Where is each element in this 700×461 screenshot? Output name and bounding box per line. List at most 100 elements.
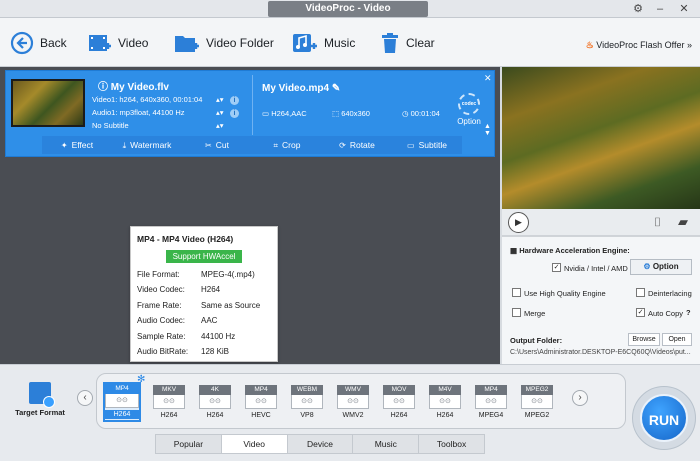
codec-gear-icon: codec bbox=[458, 93, 480, 115]
video-track-spinner-icon[interactable]: ▴▾ bbox=[216, 95, 224, 104]
output-codec: ▭ H264,AAC bbox=[262, 109, 307, 118]
remove-item-icon[interactable]: ✕ bbox=[484, 73, 492, 84]
subtitle-button[interactable]: ▭ Subtitle bbox=[392, 136, 462, 154]
hw-vendor-label: Nvidia / Intel / AMD bbox=[564, 264, 628, 273]
hw-vendor-checkbox[interactable]: ✓ bbox=[552, 263, 561, 272]
auto-copy-label: Auto Copy bbox=[648, 309, 684, 318]
add-video-button[interactable]: Video bbox=[88, 30, 148, 56]
flash-offer-icon: ♨ bbox=[585, 40, 594, 50]
video-file-icon: ⊙⊙ bbox=[291, 395, 323, 409]
close-icon[interactable]: ✕ bbox=[676, 1, 692, 17]
format-webm-vp8[interactable]: WEBM ⊙⊙ VP8 bbox=[291, 385, 323, 425]
scroll-right-button[interactable]: › bbox=[572, 390, 588, 406]
format-mov-h264[interactable]: MOV ⊙⊙ H264 bbox=[383, 385, 415, 425]
edit-pencil-icon[interactable]: ✎ bbox=[332, 83, 340, 94]
back-label: Back bbox=[40, 36, 67, 50]
subtitle-icon: ▭ bbox=[407, 141, 415, 150]
source-filename: ⓘ My Video.flv bbox=[98, 82, 169, 93]
video-track-info-icon[interactable]: i bbox=[230, 96, 239, 105]
crop-button[interactable]: ⌗ Crop bbox=[252, 136, 322, 154]
run-button[interactable]: RUN bbox=[632, 386, 696, 450]
clear-button[interactable]: Clear bbox=[380, 30, 435, 56]
auto-copy-checkbox[interactable]: ✓ bbox=[636, 308, 645, 317]
add-video-folder-button[interactable]: Video Folder bbox=[174, 30, 274, 56]
format-mp4-h264[interactable]: MP4 ⊙⊙ H264 bbox=[103, 382, 141, 422]
format-mkv-h264[interactable]: MKV ⊙⊙ H264 bbox=[153, 385, 185, 425]
preview-controls: ▶ ⌷ ▰ bbox=[502, 209, 700, 236]
video-item-card[interactable]: ⓘ My Video.flv Video1: h264, 640x360, 00… bbox=[5, 70, 495, 157]
video-file-icon: ⊙⊙ bbox=[429, 395, 461, 409]
video-preview[interactable] bbox=[502, 67, 700, 209]
watermark-icon: ⤓ bbox=[122, 141, 127, 150]
format-m4v-h264[interactable]: M4V ⊙⊙ H264 bbox=[429, 385, 461, 425]
help-icon[interactable]: ? bbox=[686, 308, 691, 317]
subtitle-info: No Subtitle bbox=[92, 121, 129, 130]
video-file-icon: ⊙⊙ bbox=[337, 395, 369, 409]
audio-track-info-icon[interactable]: i bbox=[230, 109, 239, 118]
tab-video[interactable]: Video bbox=[221, 435, 288, 453]
tab-toolbox[interactable]: Toolbox bbox=[419, 435, 484, 453]
minimize-icon[interactable]: – bbox=[652, 1, 668, 17]
hwaccel-badge: Support HWAccel bbox=[166, 250, 242, 263]
merge-label: Merge bbox=[524, 309, 546, 318]
format-wmv-wmv2[interactable]: WMV ⊙⊙ WMV2 bbox=[337, 385, 369, 425]
format-row: Sample Rate: 44100 Hz bbox=[137, 332, 236, 341]
window-title: VideoProc - Video bbox=[268, 1, 428, 17]
tab-popular[interactable]: Popular bbox=[156, 435, 222, 453]
watermark-button[interactable]: ⤓ Watermark bbox=[112, 136, 182, 154]
deinterlacing-checkbox[interactable] bbox=[636, 288, 645, 297]
info-circle-icon[interactable]: ⓘ bbox=[98, 82, 108, 93]
play-button[interactable]: ▶ bbox=[508, 212, 529, 233]
add-video-icon bbox=[89, 35, 111, 51]
video-track-info: Video1: h264, 640x360, 00:01:04 bbox=[92, 95, 203, 104]
wand-icon: ✦ bbox=[60, 141, 68, 150]
format-mpeg2-mpeg2[interactable]: MPEG2 ⊙⊙ MPEG2 bbox=[521, 385, 553, 425]
format-4k-h264[interactable]: 4K ⊙⊙ H264 bbox=[199, 385, 231, 425]
play-icon: ▶ bbox=[515, 217, 522, 227]
cut-button[interactable]: ✂ Cut bbox=[182, 136, 252, 154]
film-icon: ▭ bbox=[262, 109, 270, 118]
format-gear-icon[interactable]: ✻ bbox=[137, 374, 145, 385]
clock-icon: ◷ bbox=[402, 109, 409, 118]
hw-option-button[interactable]: ⚙ Option bbox=[630, 259, 692, 275]
resize-icon: ⬚ bbox=[332, 109, 340, 118]
promo-text: VideoProc Flash Offer » bbox=[596, 40, 692, 50]
effect-button[interactable]: ✦ Effect bbox=[42, 136, 112, 154]
music-icon bbox=[293, 34, 317, 52]
output-path[interactable]: C:\Users\Administrator.DESKTOP-E6CQ60Q\V… bbox=[510, 349, 691, 356]
target-format-button[interactable]: Target Format bbox=[10, 382, 70, 417]
camera-snapshot-icon[interactable]: ⌷ bbox=[654, 215, 661, 230]
format-row: Frame Rate: Same as Source bbox=[137, 301, 261, 310]
hw-accel-title: ▦ Hardware Acceleration Engine: bbox=[510, 246, 630, 255]
video-file-icon: ⊙⊙ bbox=[105, 394, 139, 408]
music-label: Music bbox=[324, 36, 356, 50]
codec-option-button[interactable]: codec Option bbox=[454, 93, 484, 133]
format-mp4-hevc[interactable]: MP4 ⊙⊙ HEVC bbox=[245, 385, 277, 425]
open-folder-icon[interactable]: ▰ bbox=[678, 214, 688, 230]
format-mp4-mpeg4[interactable]: MP4 ⊙⊙ MPEG4 bbox=[475, 385, 507, 425]
format-row: File Format: MPEG-4(.mp4) bbox=[137, 270, 255, 279]
output-resolution: ⬚ 640x360 bbox=[332, 109, 370, 118]
back-arrow-icon bbox=[10, 31, 34, 55]
high-quality-checkbox[interactable] bbox=[512, 288, 521, 297]
output-filename: My Video.mp4 ✎ bbox=[262, 83, 341, 94]
settings-icon[interactable]: ⚙ bbox=[630, 1, 646, 17]
back-button[interactable]: Back bbox=[10, 30, 67, 56]
rotate-button[interactable]: ⟳ Rotate bbox=[322, 136, 392, 154]
subtitle-spinner-icon[interactable]: ▴▾ bbox=[216, 121, 224, 130]
promo-link[interactable]: ♨ VideoProc Flash Offer » bbox=[586, 40, 692, 51]
audio-track-spinner-icon[interactable]: ▴▾ bbox=[216, 108, 224, 117]
audio-track-info: Audio1: mp3float, 44100 Hz bbox=[92, 108, 185, 117]
main-toolbar: Back Video Video Folder Music Clear ♨ Vi… bbox=[0, 18, 700, 67]
scroll-left-button[interactable]: ‹ bbox=[77, 390, 93, 406]
add-music-button[interactable]: Music bbox=[292, 30, 355, 56]
video-thumbnail[interactable] bbox=[11, 79, 85, 127]
reorder-arrows-icon[interactable]: ▲ ▼ bbox=[484, 123, 491, 137]
settings-panel: ▦ Hardware Acceleration Engine: ✓ Nvidia… bbox=[502, 236, 700, 364]
merge-checkbox[interactable] bbox=[512, 308, 521, 317]
open-button[interactable]: Open bbox=[662, 333, 692, 346]
tab-music[interactable]: Music bbox=[353, 435, 420, 453]
edit-toolbar: ✦ Effect ⤓ Watermark ✂ Cut ⌗ Crop ⟳ Rotate ▭ S… bbox=[42, 136, 462, 154]
browse-button[interactable]: Browse bbox=[628, 333, 660, 346]
tab-device[interactable]: Device bbox=[288, 435, 354, 453]
